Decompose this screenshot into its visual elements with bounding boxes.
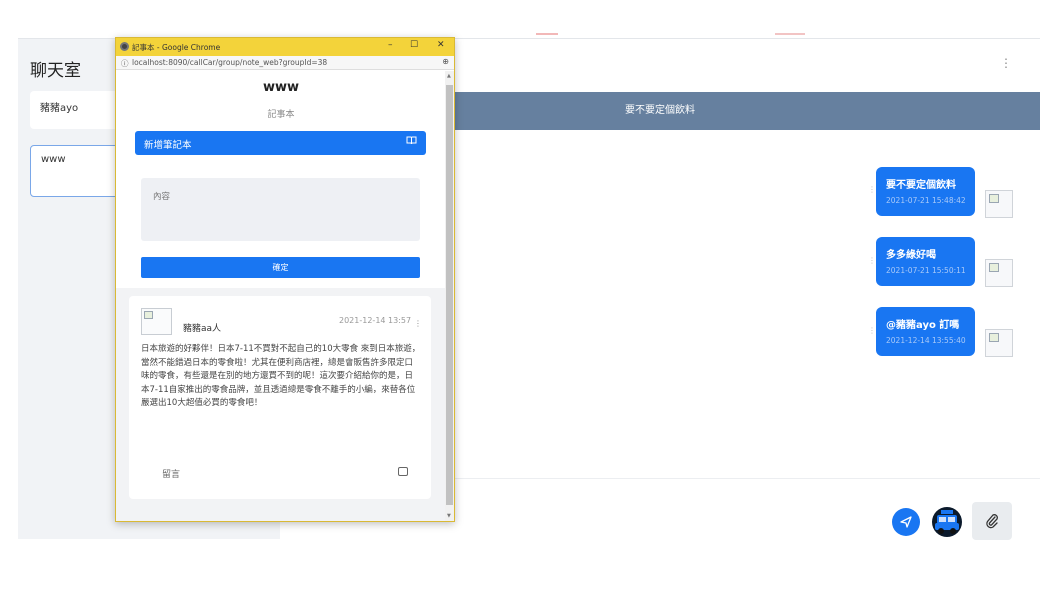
comment-link[interactable]: 留言 bbox=[162, 467, 180, 480]
composer-divider bbox=[452, 478, 1040, 479]
taxi-icon bbox=[932, 507, 962, 537]
popup-scrollbar[interactable]: ▲ ▼ bbox=[445, 71, 454, 521]
note-post-card: 豬豬aa人 2021-12-14 13:57 ⋮ 日本旅遊的好夥伴！日本7-11… bbox=[129, 296, 431, 499]
message-bubble[interactable]: 要不要定個飲料 2021-07-21 15:48:42 bbox=[876, 167, 975, 216]
paperclip-icon bbox=[986, 514, 998, 529]
post-author: 豬豬aa人 bbox=[183, 324, 222, 334]
confirm-button[interactable]: 確定 bbox=[141, 257, 420, 278]
chat-menu-icon[interactable]: ⋮ bbox=[1000, 56, 1012, 70]
user-avatar bbox=[985, 190, 1013, 218]
minimize-button[interactable]: – bbox=[388, 40, 393, 50]
call-taxi-button[interactable] bbox=[930, 506, 964, 538]
send-button[interactable] bbox=[892, 508, 920, 536]
post-body: 日本旅遊的好夥伴！日本7-11不買對不起自己的10大零食 來到日本旅遊，當然不能… bbox=[141, 344, 421, 408]
scrollbar-thumb[interactable] bbox=[446, 85, 453, 505]
message-bubble[interactable]: @豬豬ayo 訂嗎 2021-12-14 13:55:40 bbox=[876, 307, 975, 356]
message-text: 要不要定個飲料 bbox=[886, 180, 956, 191]
note-content-input[interactable] bbox=[141, 178, 420, 241]
message-options-icon[interactable]: ⋮ bbox=[868, 326, 876, 335]
notebook-popup-window[interactable]: 記事本 - Google Chrome – ☐ ✕ ⓘ localhost:80… bbox=[115, 37, 455, 522]
send-icon bbox=[900, 516, 912, 528]
window-title: 記事本 - Google Chrome bbox=[132, 43, 221, 52]
message-text: 多多綠好喝 bbox=[886, 250, 936, 261]
message-bubble[interactable]: 多多綠好喝 2021-07-21 15:50:11 bbox=[876, 237, 975, 286]
top-mark bbox=[775, 33, 805, 35]
close-button[interactable]: ✕ bbox=[437, 40, 445, 50]
message-time: 2021-07-21 15:50:11 bbox=[886, 266, 966, 275]
room-name: www bbox=[41, 154, 66, 165]
address-bar[interactable]: ⓘ localhost:8090/callCar/group/note_web?… bbox=[116, 56, 454, 70]
scroll-down-icon[interactable]: ▼ bbox=[447, 513, 451, 519]
user-avatar bbox=[985, 329, 1013, 357]
info-icon[interactable]: ⓘ bbox=[121, 58, 129, 69]
message-options-icon[interactable]: ⋮ bbox=[868, 256, 876, 265]
new-notebook-button[interactable]: 新增筆記本 bbox=[135, 131, 426, 155]
message-time: 2021-07-21 15:48:42 bbox=[886, 196, 966, 205]
book-icon bbox=[406, 136, 417, 148]
maximize-button[interactable]: ☐ bbox=[410, 40, 418, 50]
author-avatar bbox=[141, 308, 172, 335]
post-options-icon[interactable]: ⋮ bbox=[414, 319, 422, 328]
user-avatar bbox=[985, 259, 1013, 287]
window-titlebar[interactable]: 記事本 - Google Chrome – ☐ ✕ bbox=[116, 38, 454, 56]
url-text[interactable]: localhost:8090/callCar/group/note_web?gr… bbox=[132, 58, 327, 67]
chrome-icon bbox=[120, 42, 129, 51]
note-heading: www bbox=[262, 80, 300, 95]
top-mark bbox=[536, 33, 558, 35]
comment-icon[interactable] bbox=[398, 467, 408, 476]
message-text: @豬豬ayo 訂嗎 bbox=[886, 320, 960, 331]
attach-button[interactable] bbox=[972, 502, 1012, 540]
sidebar-title: 聊天室 bbox=[30, 61, 81, 81]
post-time: 2021-12-14 13:57 bbox=[339, 316, 412, 325]
message-time: 2021-12-14 13:55:40 bbox=[886, 336, 966, 345]
scroll-up-icon[interactable]: ▲ bbox=[447, 73, 451, 79]
new-notebook-label: 新增筆記本 bbox=[144, 140, 192, 151]
zoom-icon[interactable]: ⊕ bbox=[442, 57, 449, 66]
room-name: 豬豬ayo bbox=[40, 103, 79, 114]
message-options-icon[interactable]: ⋮ bbox=[868, 185, 876, 194]
note-subheading: 記事本 bbox=[267, 110, 295, 120]
